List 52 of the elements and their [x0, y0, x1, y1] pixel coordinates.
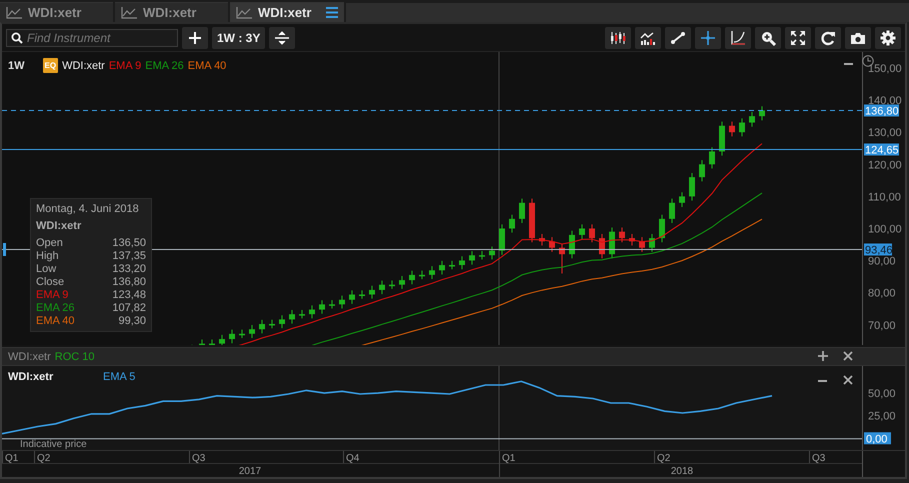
interval-label: 1W: [8, 60, 24, 72]
price-axis-label: 90,00: [868, 256, 896, 268]
tooltip-value: 107,82: [112, 302, 146, 314]
price-marker-label: 124,65: [864, 144, 899, 156]
quarter-label: Q1: [502, 453, 516, 464]
y-tick-label: 0,00: [866, 433, 888, 446]
tooltip-value: 136,50: [112, 237, 146, 249]
panel-study: ROC 10: [54, 350, 95, 362]
year-label: 2017: [238, 466, 262, 477]
indicative-price-note: Indicative price: [20, 439, 87, 450]
tooltip-value: 137,35: [112, 250, 146, 262]
price-axis-label: 100,00: [868, 224, 902, 236]
indicator-instrument: WDI:xetr: [8, 371, 54, 383]
quarter-label: Q2: [37, 453, 50, 464]
tooltip-value: 123,48: [112, 289, 146, 301]
equity-badge: EQ: [42, 58, 58, 73]
tooltip-label: High: [36, 250, 59, 262]
tooltip-label: EMA 9: [36, 289, 68, 301]
quarter-label: Q3: [192, 453, 206, 464]
indicator-study: EMA 5: [103, 371, 136, 383]
tooltip-label: EMA 40: [36, 315, 75, 327]
tooltip-label: EMA 26: [36, 302, 75, 314]
quarter-label: Q2: [657, 453, 670, 464]
indicator-axis-label: 25,00: [868, 410, 896, 423]
tooltip-instrument: WDI:xetr: [36, 220, 82, 232]
tooltip-label: Low: [36, 263, 56, 275]
quarter-label: Q4: [346, 453, 360, 464]
price-axis-label: 120,00: [868, 159, 902, 172]
tooltip-label: Open: [36, 237, 63, 249]
study-label: EMA 40: [188, 60, 226, 72]
price-axis-label: 70,00: [868, 320, 896, 332]
study-label: EMA 9: [108, 60, 142, 72]
price-axis-label: 110,00: [868, 191, 901, 204]
price-axis-label: 150,00: [868, 63, 902, 75]
price-marker-label: 136,80: [864, 104, 899, 118]
crosshair-price-label: 93,46: [864, 244, 893, 256]
indicator-axis-label: 50,00: [868, 388, 896, 400]
tooltip-label: Close: [36, 276, 64, 288]
price-axis-label: 130,00: [868, 127, 902, 140]
quarter-label: Q3: [812, 453, 826, 464]
price-axis-label: 80,00: [868, 288, 896, 300]
year-label: 2018: [670, 466, 694, 477]
price-axis-label: 140,00: [868, 95, 902, 108]
tooltip-date: Montag, 4. Juni 2018: [36, 203, 140, 215]
tooltip-value: 133,20: [112, 263, 146, 275]
quarter-label: Q1: [5, 453, 18, 464]
panel-instrument: WDI:xetr: [8, 350, 51, 362]
zero-value-label: 0,00: [864, 432, 891, 446]
study-label: EMA 26: [145, 60, 184, 72]
instrument-label: WDI:xetr: [62, 60, 105, 72]
tooltip-value: 136,80: [112, 276, 146, 288]
tooltip-value: 99,30: [118, 315, 146, 327]
